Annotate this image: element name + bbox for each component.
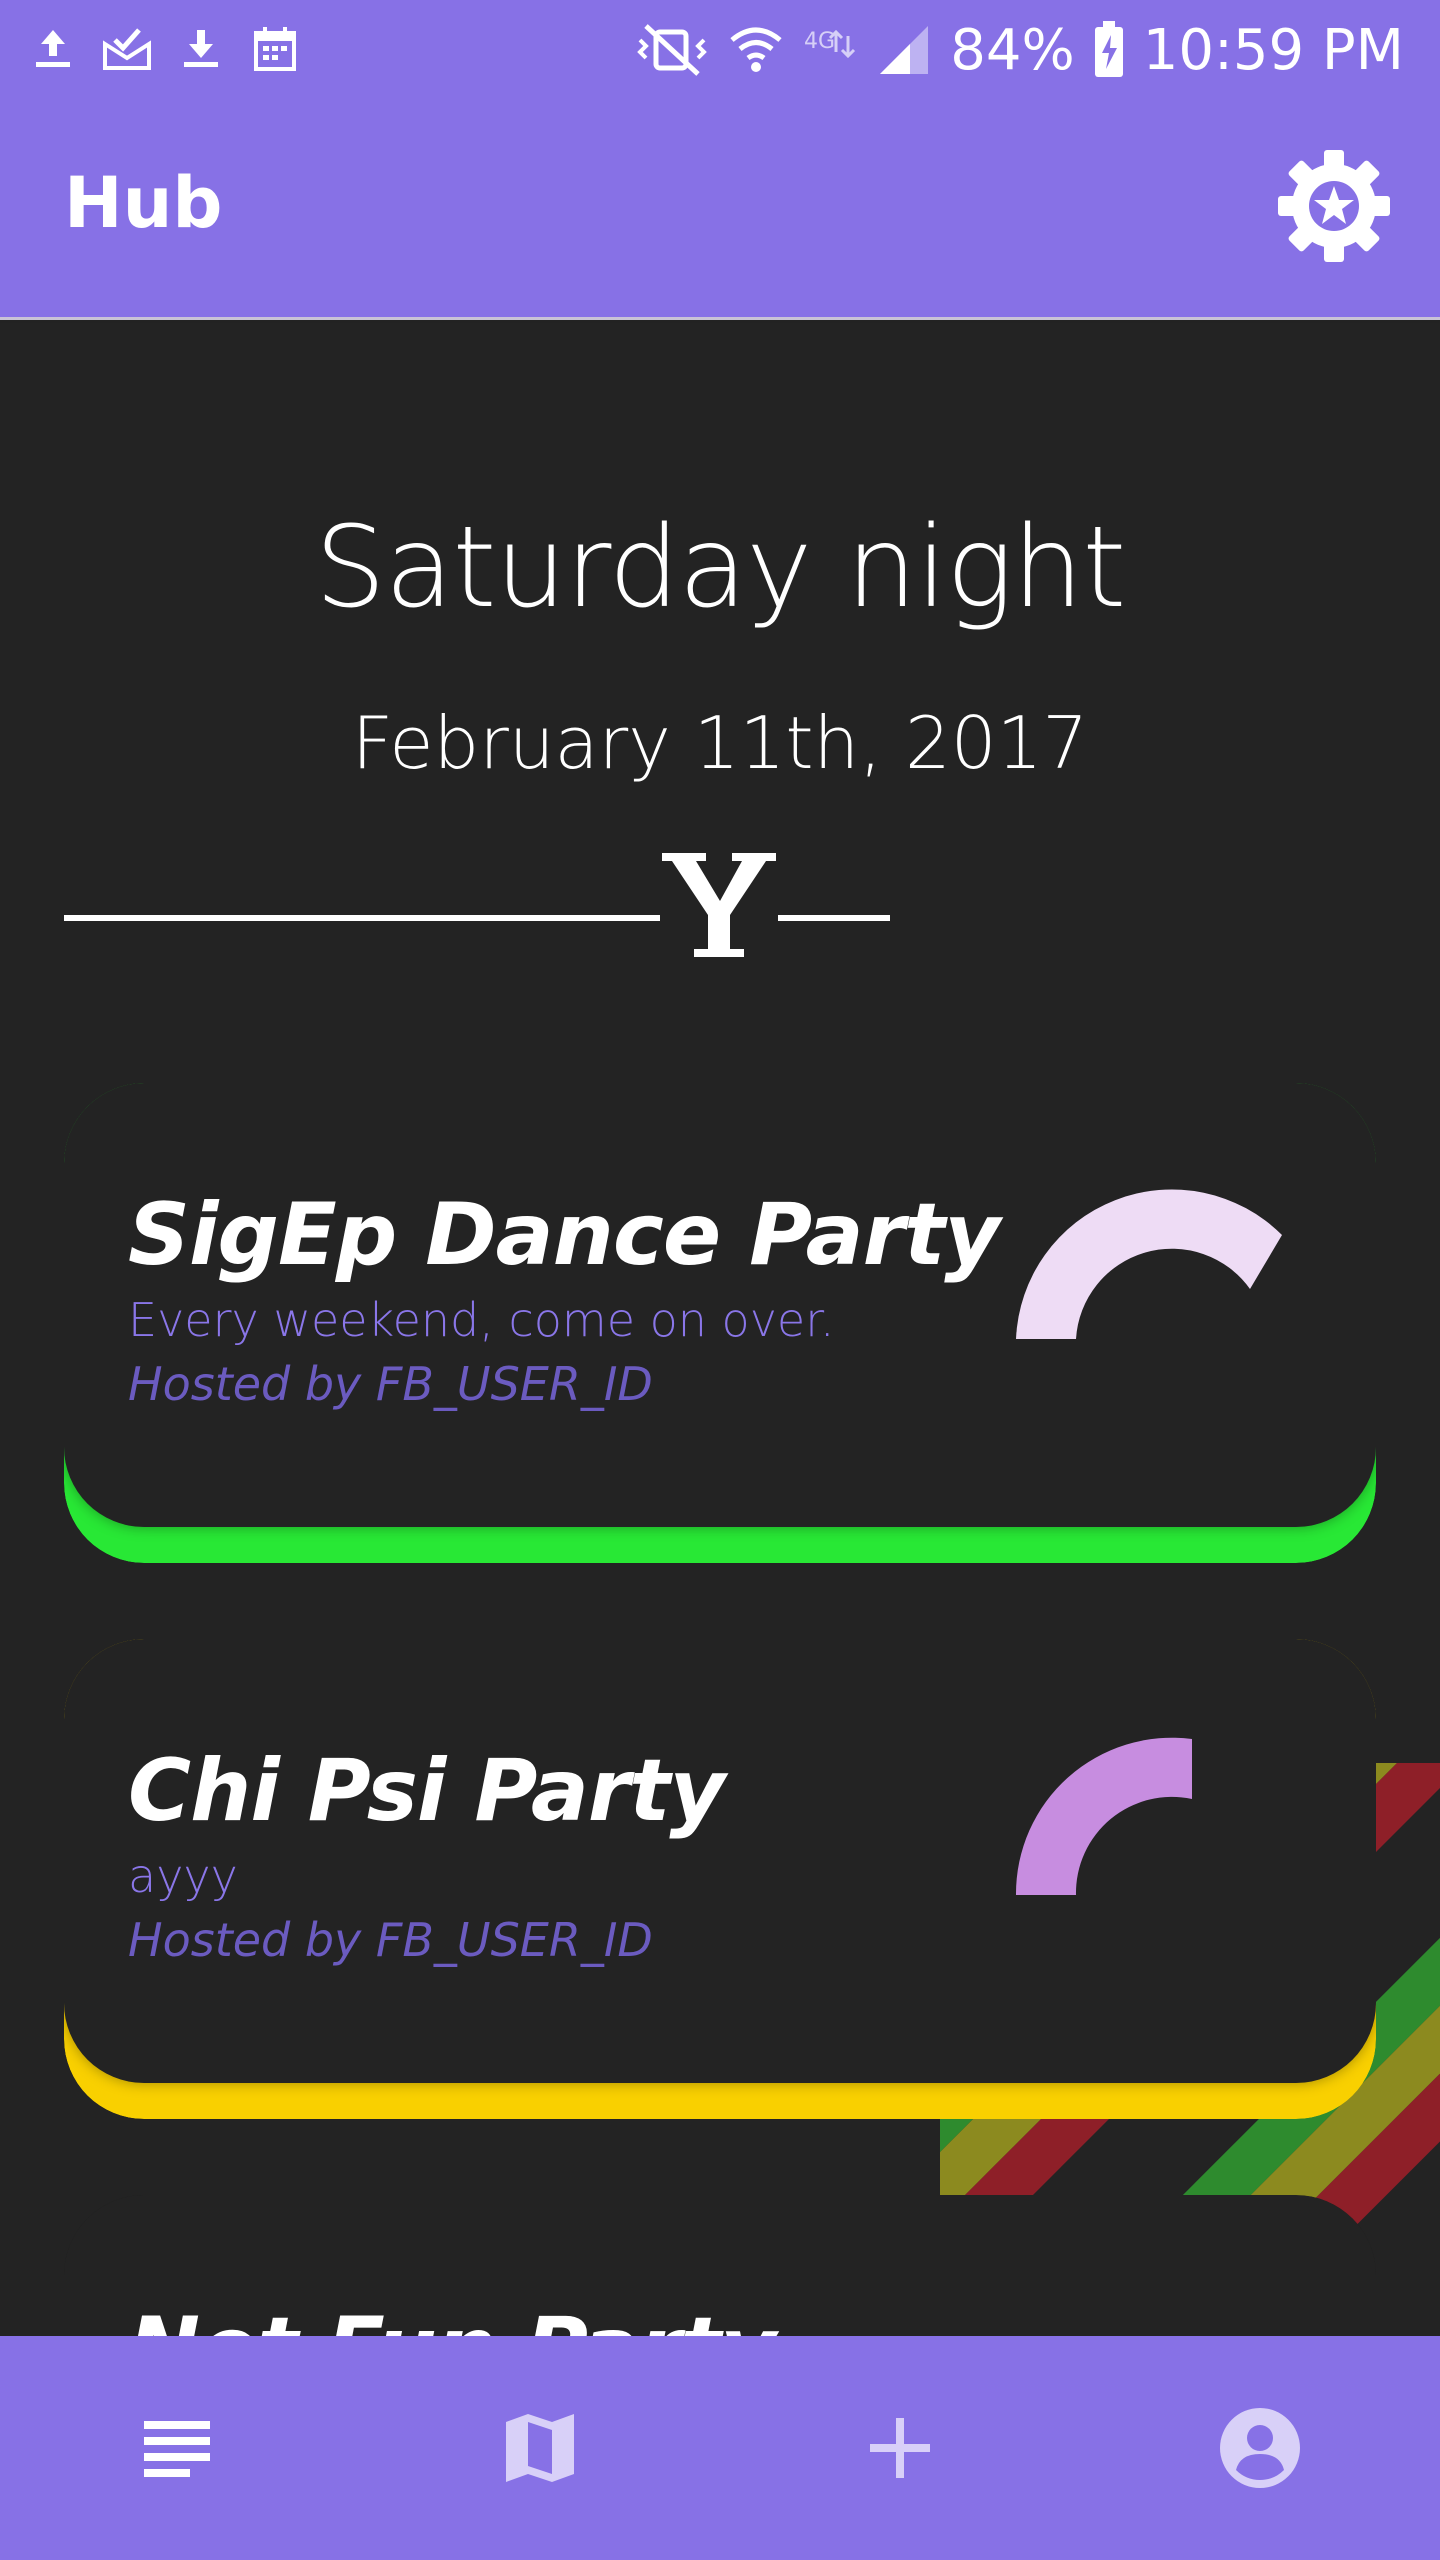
yale-y-logo	[660, 843, 778, 963]
event-card-face: Not Fun Party	[64, 2195, 1376, 2336]
nav-map-button[interactable]	[480, 2388, 600, 2508]
event-card[interactable]: Not Fun Party	[64, 2195, 1376, 2336]
gear-icon	[1278, 150, 1390, 262]
event-card-face: Chi Psi Party ayyy Hosted by FB_USER_ID	[64, 1639, 1376, 2083]
system-status: 4G 84% 10:59 PM	[634, 10, 1404, 90]
date-subtitle: February 11th, 2017	[351, 701, 1089, 785]
app-bar: Hub	[0, 100, 1440, 320]
event-card[interactable]: Chi Psi Party ayyy Hosted by FB_USER_ID	[64, 1639, 1376, 2119]
event-description: ayyy	[128, 1849, 238, 1903]
calendar-icon	[248, 22, 302, 76]
event-host: Hosted by FB_USER_ID	[128, 1913, 653, 1967]
map-icon	[506, 2414, 574, 2482]
bottom-navigation	[0, 2336, 1440, 2560]
nav-list-button[interactable]	[118, 2388, 238, 2508]
event-card[interactable]: SigEp Dance Party Every weekend, come on…	[64, 1083, 1376, 1563]
nav-profile-button[interactable]	[1200, 2388, 1320, 2508]
battery-percent: 84%	[950, 17, 1075, 83]
day-title: Saturday night	[314, 503, 1127, 633]
event-title: Chi Psi Party	[128, 1741, 725, 1841]
vibrate-mute-icon	[637, 24, 708, 76]
battery-charging-icon	[1094, 21, 1123, 77]
clock: 10:59 PM	[1142, 17, 1404, 83]
hub-content[interactable]: Saturday night February 11th, 2017 SigEp…	[0, 323, 1440, 2336]
event-title: SigEp Dance Party	[128, 1185, 1000, 1285]
profile-icon	[1220, 2408, 1300, 2488]
notification-icons	[26, 22, 302, 76]
upload-icon	[26, 22, 80, 76]
event-gauge	[1015, 1737, 1192, 1895]
signal-icon	[880, 26, 929, 74]
app-title: Hub	[64, 162, 223, 244]
event-title: Not Fun Party	[128, 2299, 776, 2336]
list-icon	[144, 2421, 210, 2477]
status-bar: 4G 84% 10:59 PM	[0, 0, 1440, 100]
add-icon	[870, 2418, 930, 2478]
mail-done-icon	[100, 22, 154, 76]
download-icon	[174, 22, 228, 76]
event-description: Every weekend, come on over.	[128, 1293, 835, 1347]
event-host: Hosted by FB_USER_ID	[128, 1357, 653, 1411]
svg-text:4G: 4G	[804, 29, 835, 54]
lte-icon: 4G	[804, 29, 856, 59]
nav-add-button[interactable]	[840, 2388, 960, 2508]
wifi-icon	[730, 27, 782, 72]
event-gauge	[1016, 1189, 1282, 1339]
event-card-face: SigEp Dance Party Every weekend, come on…	[64, 1083, 1376, 1527]
settings-button[interactable]	[1276, 148, 1392, 264]
